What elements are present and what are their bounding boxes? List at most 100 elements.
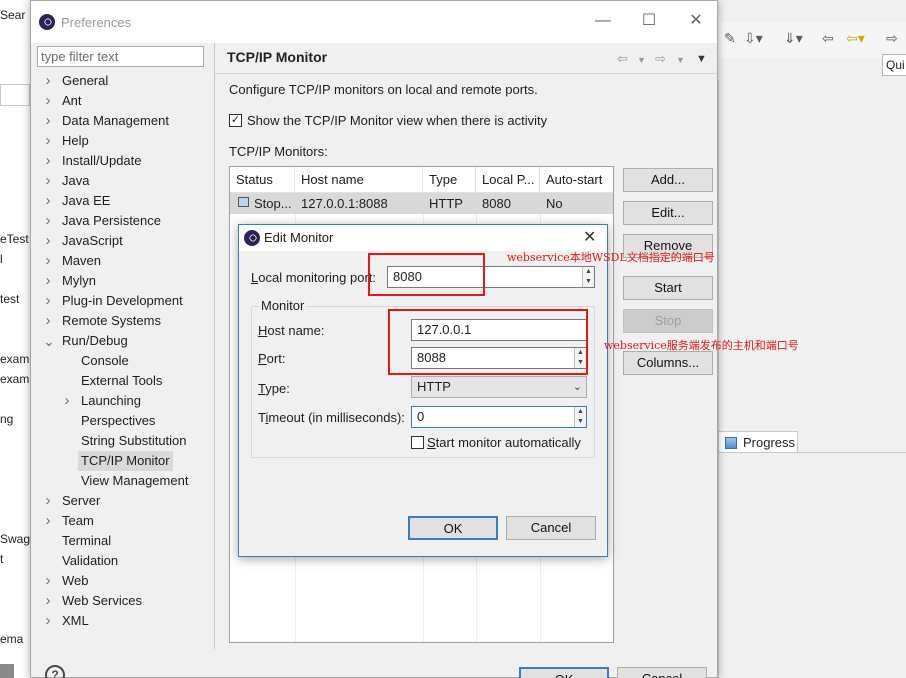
chevron-right-icon[interactable]: › xyxy=(43,251,53,271)
chevron-right-icon[interactable]: › xyxy=(43,211,53,231)
stop-button[interactable]: Stop xyxy=(623,309,713,333)
chevron-right-icon[interactable]: › xyxy=(43,131,53,151)
column-header-host[interactable]: Host name xyxy=(295,167,423,193)
auto-start-label[interactable]: Start monitor automatically xyxy=(427,435,581,450)
spinner-up-icon[interactable]: ▲ xyxy=(575,407,586,417)
view-menu-icon[interactable]: ▼ xyxy=(696,53,707,65)
chevron-right-icon[interactable]: › xyxy=(43,71,53,91)
tree-item-mylyn[interactable]: Mylyn xyxy=(59,271,99,291)
help-icon[interactable]: ? xyxy=(45,665,65,678)
annotation-note-host-port: webservice服务端发布的主机和端口号 xyxy=(604,339,799,352)
column-header-local-port[interactable]: Local P... xyxy=(476,167,540,193)
chevron-right-icon[interactable]: › xyxy=(43,311,53,331)
chevron-right-icon[interactable]: › xyxy=(43,171,53,191)
local-port-spinner[interactable]: ▲ ▼ xyxy=(582,267,594,287)
tree-item-data-management[interactable]: Data Management xyxy=(59,111,172,131)
chevron-right-icon[interactable]: › xyxy=(43,111,53,131)
show-view-checkbox[interactable]: ✓ xyxy=(229,114,242,127)
columns-button[interactable]: Columns... xyxy=(623,351,713,375)
tree-item-launching[interactable]: Launching xyxy=(78,391,144,411)
edit-button[interactable]: Edit... xyxy=(623,201,713,225)
tree-item-web[interactable]: Web xyxy=(59,571,92,591)
tree-item-web-services[interactable]: Web Services xyxy=(59,591,145,611)
tree-item-remote-systems[interactable]: Remote Systems xyxy=(59,311,164,331)
toolbar-prev-edit-icon[interactable]: ⇦▾ xyxy=(846,30,865,47)
toolbar-annotation-icon[interactable]: ⇩▾ xyxy=(744,30,763,47)
tree-item-java[interactable]: Java xyxy=(59,171,92,191)
dialog-close-icon[interactable]: ✕ xyxy=(583,227,596,247)
tree-item-java-ee[interactable]: Java EE xyxy=(59,191,113,211)
show-view-checkbox-label[interactable]: Show the TCP/IP Monitor view when there … xyxy=(247,113,547,128)
dialog-ok-button[interactable]: OK xyxy=(408,516,498,540)
start-button[interactable]: Start xyxy=(623,276,713,300)
tree-item-team[interactable]: Team xyxy=(59,511,97,531)
timeout-label: Timeout (in milliseconds): xyxy=(258,410,405,425)
close-icon[interactable]: ✕ xyxy=(686,11,706,31)
chevron-right-icon[interactable]: › xyxy=(43,571,53,591)
tree-item-terminal[interactable]: Terminal xyxy=(59,531,114,551)
add-button[interactable]: Add... xyxy=(623,168,713,192)
tree-item-server[interactable]: Server xyxy=(59,491,103,511)
tree-item-validation[interactable]: Validation xyxy=(59,551,121,571)
cancel-button[interactable]: Cancel xyxy=(617,667,707,678)
tree-item-help[interactable]: Help xyxy=(59,131,92,151)
tree-item-java-persistence[interactable]: Java Persistence xyxy=(59,211,164,231)
chevron-right-icon[interactable]: › xyxy=(43,591,53,611)
tree-item-external-tools[interactable]: External Tools xyxy=(78,371,165,391)
chevron-right-icon[interactable]: › xyxy=(43,91,53,111)
forward-menu-chevron-icon[interactable]: ▼ xyxy=(676,55,685,65)
tree-item-install-update[interactable]: Install/Update xyxy=(59,151,145,171)
toolbar-search-icon[interactable]: ✎ xyxy=(724,30,736,47)
toolbar-back-icon[interactable]: ⇦ xyxy=(822,30,834,47)
tree-item-xml[interactable]: XML xyxy=(59,611,92,631)
auto-start-checkbox[interactable] xyxy=(411,436,424,449)
column-header-type[interactable]: Type xyxy=(423,167,476,193)
chevron-right-icon[interactable]: › xyxy=(43,191,53,211)
filter-input[interactable]: type filter text xyxy=(37,46,204,67)
column-header-auto-start[interactable]: Auto-start xyxy=(540,167,613,193)
tree-item-run-debug[interactable]: Run/Debug xyxy=(59,331,131,351)
local-port-label: Local monitoring port: xyxy=(251,270,377,285)
spinner-down-icon[interactable]: ▼ xyxy=(575,417,586,427)
tree-item-tcp-ip-monitor[interactable]: TCP/IP Monitor xyxy=(78,451,173,471)
tree-item-ant[interactable]: Ant xyxy=(59,91,85,111)
timeout-field[interactable]: 0 ▲ ▼ xyxy=(411,406,587,428)
dialog-title: Edit Monitor xyxy=(264,230,334,245)
tree-item-general[interactable]: General xyxy=(59,71,111,91)
minimize-icon[interactable]: — xyxy=(593,11,613,31)
chevron-right-icon[interactable]: › xyxy=(62,391,72,411)
chevron-right-icon[interactable]: › xyxy=(43,291,53,311)
forward-icon[interactable]: ⇨ xyxy=(655,51,666,67)
quick-access-field[interactable]: Qui xyxy=(882,54,906,76)
timeout-spinner[interactable]: ▲ ▼ xyxy=(574,407,586,427)
chevron-right-icon[interactable]: › xyxy=(43,491,53,511)
chevron-right-icon[interactable]: › xyxy=(43,271,53,291)
chevron-right-icon[interactable]: › xyxy=(43,151,53,171)
tree-item-javascript[interactable]: JavaScript xyxy=(59,231,126,251)
ok-button[interactable]: OK xyxy=(519,667,609,678)
tree-item-view-management[interactable]: View Management xyxy=(78,471,191,491)
chevron-right-icon[interactable]: › xyxy=(43,511,53,531)
chevron-down-icon[interactable]: ⌄ xyxy=(43,331,55,351)
toolbar-next-icon[interactable]: ⇓▾ xyxy=(784,30,803,47)
toolbar-forward-icon[interactable]: ⇨ xyxy=(886,30,898,47)
tree-item-string-substitution[interactable]: String Substitution xyxy=(78,431,190,451)
tree-item-console[interactable]: Console xyxy=(78,351,132,371)
back-menu-chevron-icon[interactable]: ▼ xyxy=(637,55,646,65)
spinner-up-icon[interactable]: ▲ xyxy=(583,267,594,277)
dialog-cancel-button[interactable]: Cancel xyxy=(506,516,596,540)
progress-view-tab[interactable]: Progress xyxy=(718,431,798,453)
spinner-down-icon[interactable]: ▼ xyxy=(583,277,594,287)
header-divider xyxy=(215,73,717,74)
chevron-right-icon[interactable]: › xyxy=(43,611,53,631)
type-select[interactable]: HTTP ⌄ xyxy=(411,376,587,398)
maximize-icon[interactable]: ☐ xyxy=(639,11,659,31)
monitor-group-label: Monitor xyxy=(259,298,307,313)
column-header-status[interactable]: Status xyxy=(230,167,295,193)
chevron-right-icon[interactable]: › xyxy=(43,231,53,251)
back-icon[interactable]: ⇦ xyxy=(617,51,628,67)
tree-item-maven[interactable]: Maven xyxy=(59,251,104,271)
tree-item-plug-in-development[interactable]: Plug-in Development xyxy=(59,291,186,311)
port-label: Port: xyxy=(258,351,286,366)
tree-item-perspectives[interactable]: Perspectives xyxy=(78,411,158,431)
